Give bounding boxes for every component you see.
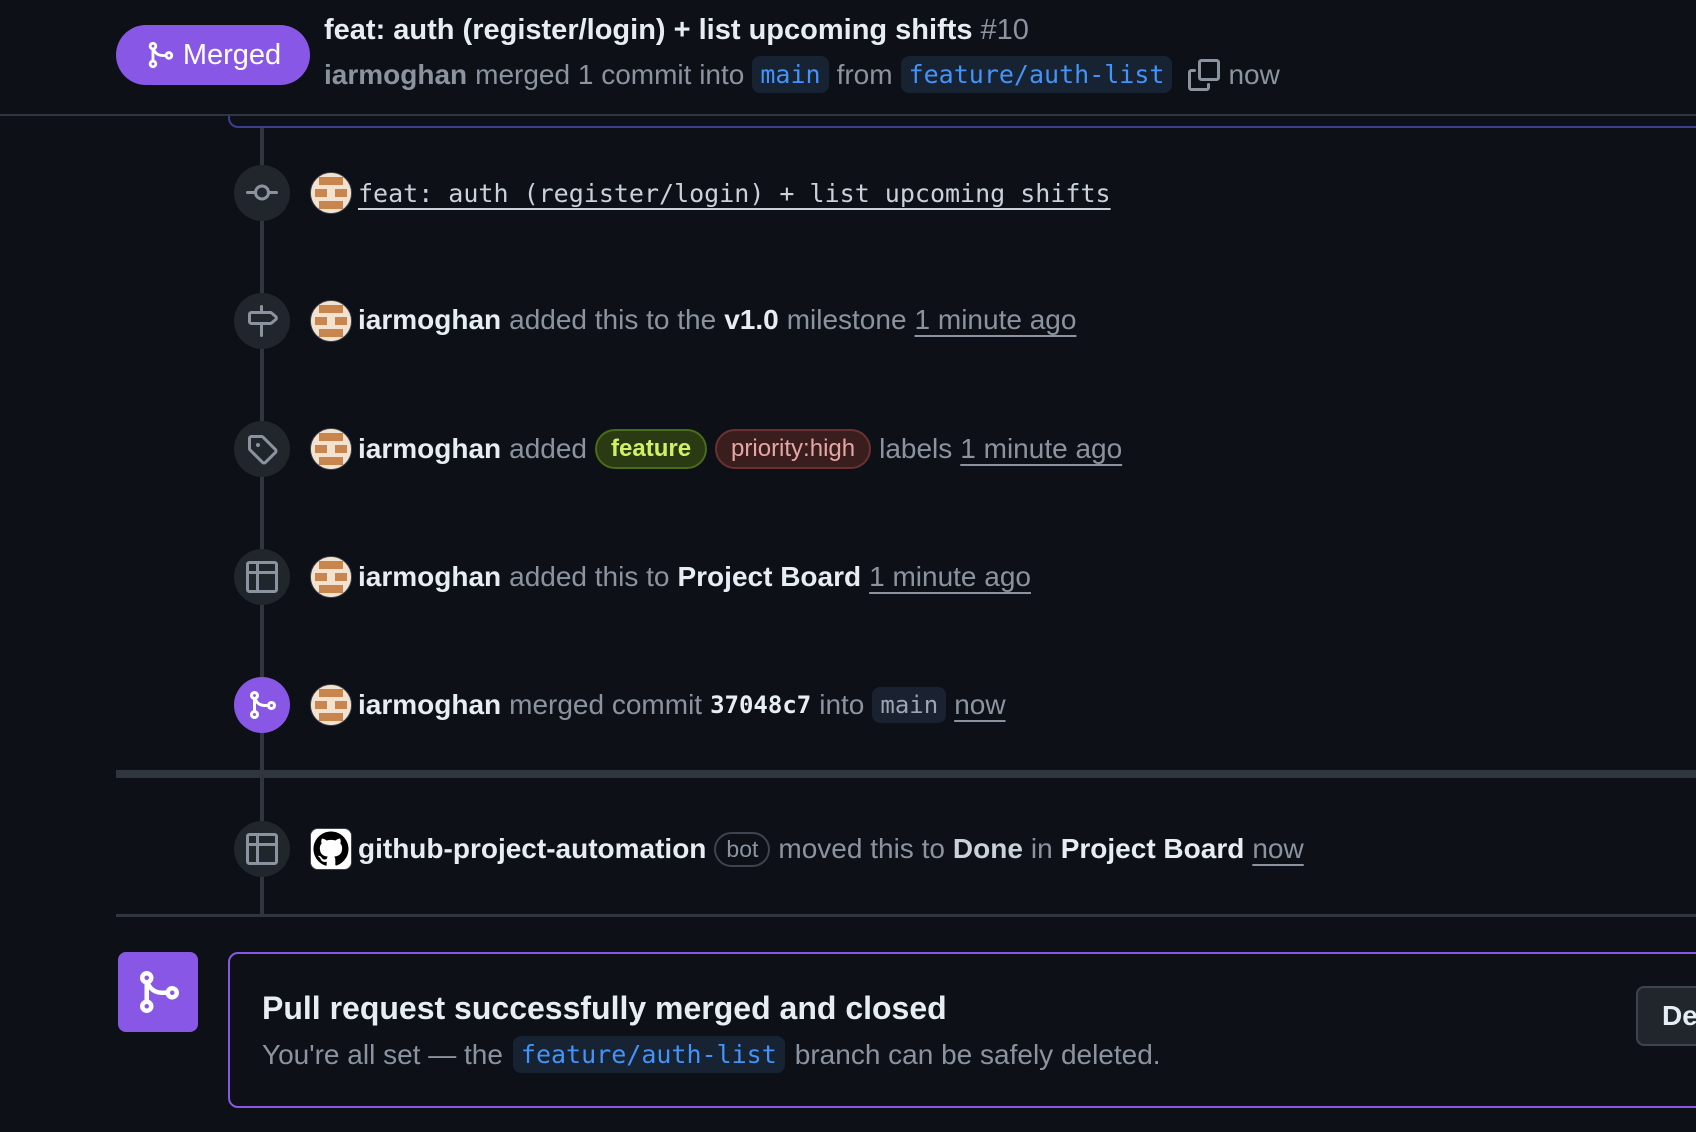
user-link[interactable]: iarmoghan — [358, 433, 501, 465]
event-text: moved this to — [778, 833, 945, 864]
avatar[interactable] — [310, 428, 352, 470]
event-text: added this to the — [509, 304, 717, 335]
merged-state-badge: Merged — [116, 25, 310, 85]
label-feature[interactable]: feature — [595, 429, 708, 469]
git-merge-icon — [250, 691, 277, 719]
identicon-avatar — [311, 685, 351, 725]
label-priority-high[interactable]: priority:high — [715, 429, 872, 469]
user-link[interactable]: iarmoghan — [358, 561, 501, 593]
header-time: now — [1228, 58, 1280, 90]
labels-event: iarmoghan added feature priority:high la… — [358, 427, 1122, 471]
identicon-avatar — [311, 301, 351, 341]
bot-badge: bot — [714, 831, 771, 867]
desc-text: You're all set — the — [262, 1038, 503, 1070]
identicon-avatar — [311, 429, 351, 469]
desc-text: branch can be safely deleted. — [794, 1038, 1161, 1070]
head-branch[interactable]: feature/auth-list — [512, 1036, 785, 1073]
base-branch[interactable]: main — [872, 687, 947, 723]
pr-meta: iarmoghan merged 1 commit into main from… — [324, 56, 1280, 93]
user-link[interactable]: iarmoghan — [358, 689, 501, 721]
project-event-icon — [234, 549, 290, 605]
merge-status-icon — [118, 952, 198, 1032]
project-link[interactable]: Project Board — [1061, 833, 1245, 865]
project-table-icon — [246, 833, 278, 865]
tag-icon — [248, 435, 278, 465]
pr-title-text: feat: auth (register/login) + list upcom… — [324, 14, 973, 46]
pr-sticky-header: Merged feat: auth (register/login) + lis… — [0, 0, 1696, 116]
github-icon — [311, 829, 351, 869]
base-branch[interactable]: main — [752, 56, 829, 93]
pr-number: #10 — [980, 14, 1029, 46]
avatar[interactable] — [310, 300, 352, 342]
event-text: labels — [879, 433, 953, 464]
delete-branch-button[interactable]: De — [1636, 986, 1696, 1046]
commit-event: feat: auth (register/login) + list upcom… — [358, 171, 1111, 215]
milestone-link[interactable]: v1.0 — [724, 304, 779, 336]
merged-event: iarmoghan merged commit 37048c7 into mai… — [358, 683, 1006, 727]
milestone-event-icon — [234, 293, 290, 349]
event-text: added — [509, 433, 588, 464]
git-merge-icon — [140, 971, 180, 1013]
identicon-avatar — [311, 173, 351, 213]
event-text: into — [819, 689, 865, 720]
project-event-icon — [234, 821, 290, 877]
copy-icon[interactable] — [1188, 58, 1221, 91]
event-text: added this to — [509, 561, 670, 592]
event-text: merged commit — [509, 689, 703, 720]
avatar[interactable] — [310, 556, 352, 598]
user-link[interactable]: github-project-automation — [358, 833, 706, 865]
merge-status-title: Pull request successfully merged and clo… — [262, 990, 947, 1026]
bot-avatar[interactable] — [310, 828, 352, 870]
timestamp-link[interactable]: 1 minute ago — [960, 433, 1122, 465]
commit-message-link[interactable]: feat: auth (register/login) + list upcom… — [358, 179, 1111, 208]
timeline-divider — [116, 914, 1696, 917]
column-name: Done — [952, 833, 1023, 864]
commit-sha-link[interactable]: 37048c7 — [710, 691, 811, 719]
commit-event-icon — [234, 165, 290, 221]
project-table-icon — [246, 561, 278, 593]
avatar[interactable] — [310, 172, 352, 214]
timestamp-link[interactable]: 1 minute ago — [869, 561, 1031, 593]
git-commit-icon — [246, 184, 278, 201]
merge-status-description: You're all set — the feature/auth-list b… — [262, 1036, 1161, 1073]
merged-text: merged 1 commit into — [475, 58, 745, 90]
project-link[interactable]: Project Board — [677, 561, 861, 593]
event-text: milestone — [786, 304, 907, 335]
avatar[interactable] — [310, 684, 352, 726]
state-label: Merged — [182, 38, 282, 71]
identicon-avatar — [311, 557, 351, 597]
author-link[interactable]: iarmoghan — [324, 59, 467, 91]
merge-status-panel — [228, 952, 1696, 1108]
timestamp-link[interactable]: now — [1252, 833, 1303, 865]
timeline-divider — [116, 770, 1696, 778]
from-text: from — [836, 58, 893, 90]
timestamp-link[interactable]: now — [954, 689, 1005, 721]
project-event: iarmoghan added this to Project Board 1 … — [358, 555, 1031, 599]
user-link[interactable]: iarmoghan — [358, 304, 501, 336]
milestone-icon — [248, 305, 278, 337]
pr-title: feat: auth (register/login) + list upcom… — [324, 14, 1029, 47]
merged-event-icon — [234, 677, 290, 733]
head-branch[interactable]: feature/auth-list — [900, 56, 1173, 93]
label-event-icon — [234, 421, 290, 477]
moved-event: github-project-automation bot moved this… — [358, 827, 1304, 871]
event-text: in — [1030, 833, 1053, 864]
timestamp-link[interactable]: 1 minute ago — [915, 304, 1077, 336]
milestone-event: iarmoghan added this to the v1.0 milesto… — [358, 298, 1076, 342]
git-merge-icon — [148, 41, 173, 69]
